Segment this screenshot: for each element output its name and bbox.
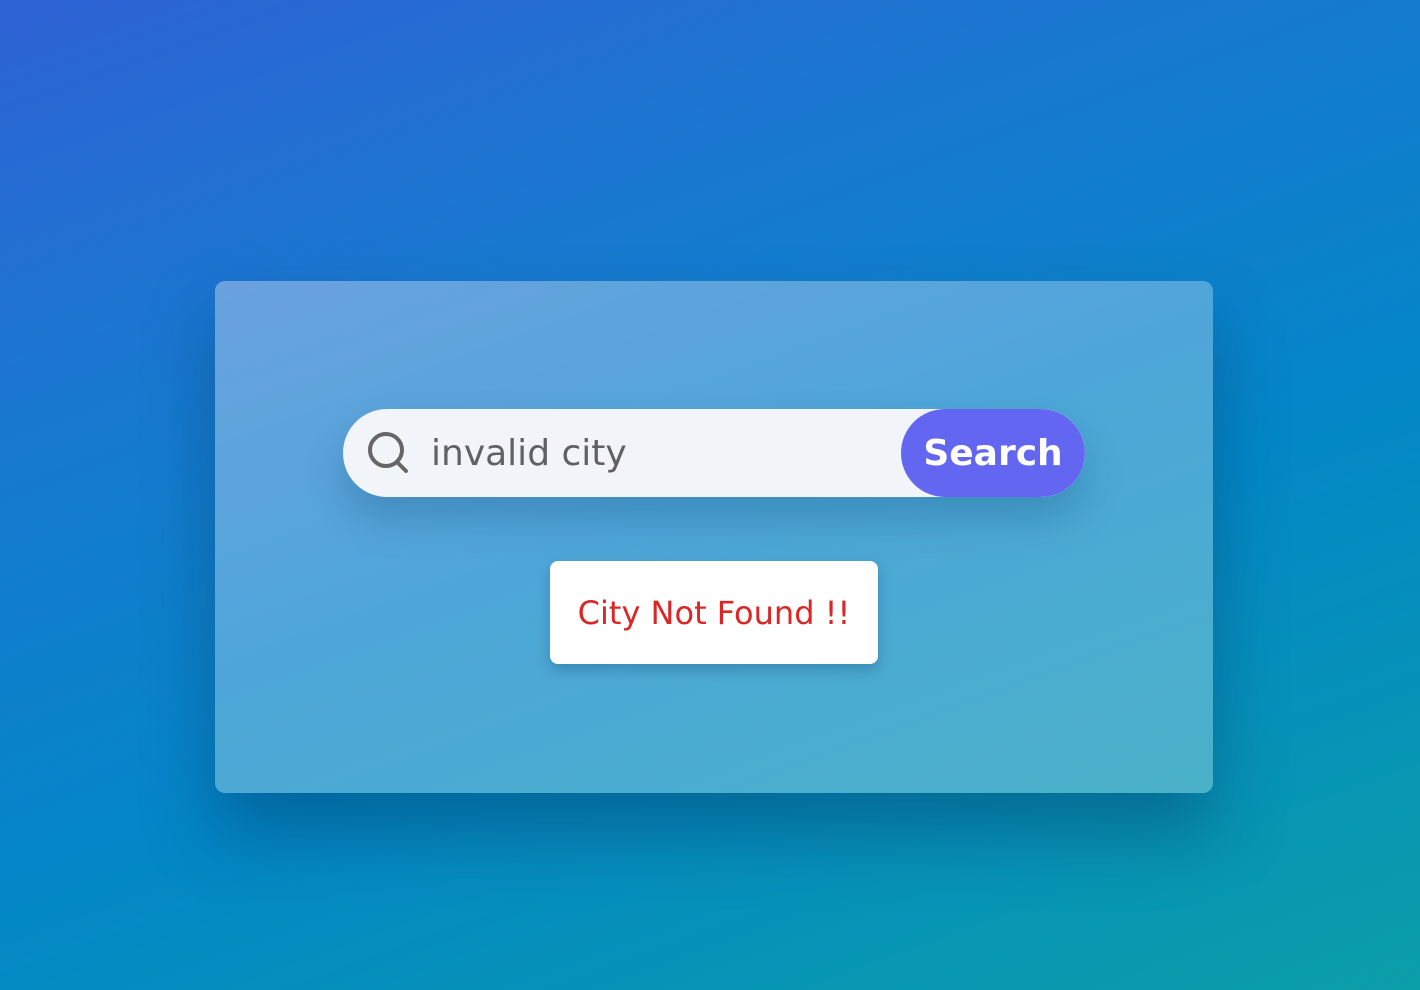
weather-card: Search City Not Found !! [215,281,1213,793]
search-icon [365,429,413,477]
search-input[interactable] [431,409,891,497]
search-button[interactable]: Search [901,409,1085,497]
error-message: City Not Found !! [577,593,851,632]
error-message-box: City Not Found !! [550,561,878,664]
search-bar: Search [343,409,1085,497]
